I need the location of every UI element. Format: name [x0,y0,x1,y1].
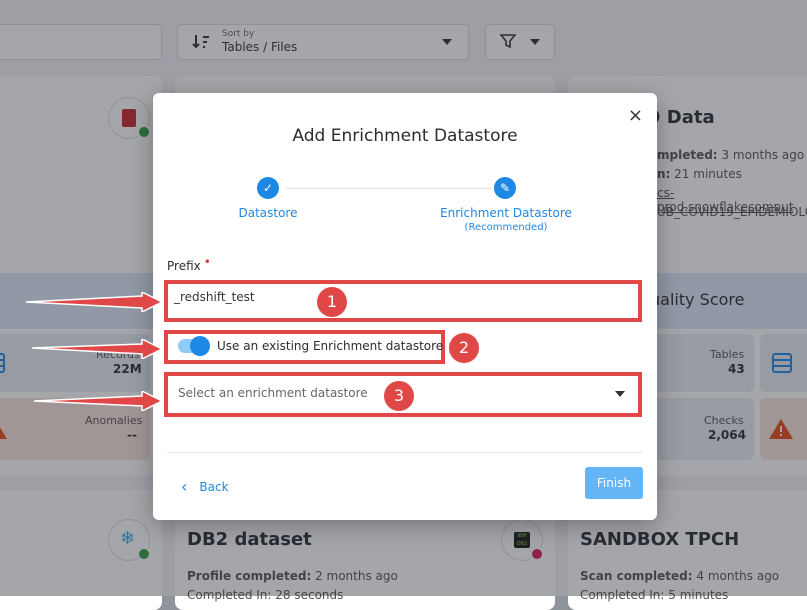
stepper-connector [286,188,491,189]
step-enrichment-edit-icon: ✎ [494,177,516,199]
step-datastore-check-icon: ✓ [257,177,279,199]
prefix-input[interactable]: _redshift_test [174,290,255,304]
back-label: Back [199,480,229,494]
finish-button[interactable]: Finish [585,467,643,499]
annotation-badge-1: 1 [317,287,347,317]
annotation-arrow-2 [31,339,164,359]
annotation-arrow-3 [33,391,164,411]
close-icon[interactable]: × [628,105,643,126]
add-enrichment-dialog: × Add Enrichment Datastore ✓ ✎ Datastore… [153,93,657,520]
annotation-badge-3: 3 [384,381,414,411]
step-enrichment-label: Enrichment Datastore [440,206,572,220]
prefix-label: Prefix • [167,255,211,273]
enrichment-datastore-select[interactable]: Select an enrichment datastore [178,386,368,400]
toggle-label: Use an existing Enrichment datastore [217,339,444,353]
footer-divider [167,452,643,453]
dialog-title: Add Enrichment Datastore [292,126,518,146]
required-marker: • [203,255,211,269]
step-datastore-label: Datastore [238,206,298,220]
existing-datastore-toggle[interactable] [178,336,210,356]
back-button[interactable]: ‹ Back [181,476,229,496]
annotation-badge-2: 2 [449,333,479,363]
chevron-left-icon: ‹ [181,477,188,496]
toggle-knob [190,336,210,356]
chevron-down-icon[interactable] [615,391,625,397]
prefix-label-text: Prefix [167,259,201,273]
step-enrichment-sub: (Recommended) [464,222,548,233]
annotation-arrow-1 [25,292,164,312]
